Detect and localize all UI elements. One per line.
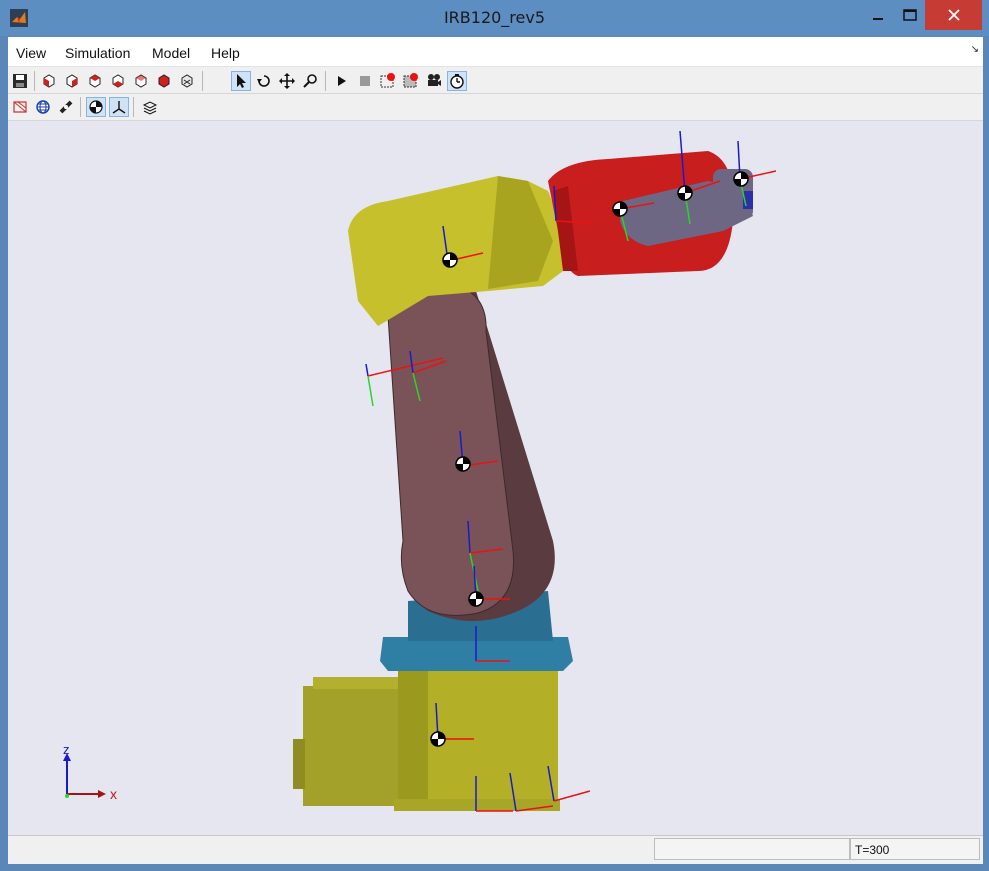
zoom-icon bbox=[303, 74, 317, 88]
frames-icon bbox=[112, 101, 126, 114]
convert-icon bbox=[59, 100, 73, 114]
mechanics-explorer-viewport[interactable]: z x bbox=[8, 121, 983, 835]
axes-triad: z x bbox=[63, 742, 117, 802]
select-icon bbox=[237, 74, 246, 88]
play-button[interactable] bbox=[332, 71, 352, 91]
record-region-button[interactable] bbox=[401, 71, 421, 91]
stop-button[interactable] bbox=[355, 71, 375, 91]
menu-simulation[interactable]: Simulation bbox=[65, 45, 130, 61]
close-button[interactable] bbox=[925, 0, 982, 30]
minimize-button[interactable] bbox=[862, 0, 894, 30]
view-back-icon bbox=[66, 74, 78, 88]
wireframe-button[interactable] bbox=[10, 97, 30, 117]
view-front-button[interactable] bbox=[39, 71, 59, 91]
menu-help[interactable]: Help bbox=[211, 45, 240, 61]
globe-button[interactable] bbox=[33, 97, 53, 117]
toolbar-separator bbox=[80, 97, 81, 117]
title-bar[interactable]: IRB120_rev5 bbox=[0, 0, 989, 36]
toolbar-separator bbox=[34, 71, 35, 91]
client-area: View Simulation Model Help ↘ z x T=300 bbox=[8, 37, 983, 864]
status-bar: T=300 bbox=[8, 835, 983, 864]
toolbar-separator bbox=[202, 71, 203, 91]
pan-button[interactable] bbox=[277, 71, 297, 91]
close-icon bbox=[947, 9, 960, 21]
record-region-icon bbox=[403, 73, 418, 88]
timer-icon bbox=[450, 74, 464, 89]
layers-button[interactable] bbox=[140, 97, 160, 117]
maximize-icon bbox=[903, 9, 917, 21]
pan-icon bbox=[279, 73, 295, 89]
view-right-icon bbox=[112, 74, 124, 88]
view-back-button[interactable] bbox=[62, 71, 82, 91]
robot-scene: z x bbox=[63, 130, 777, 812]
view-left-button[interactable] bbox=[85, 71, 105, 91]
menu-bar: View Simulation Model Help ↘ bbox=[8, 37, 983, 67]
view-left-icon bbox=[89, 74, 101, 88]
minimize-icon bbox=[873, 18, 883, 20]
center-of-mass-icon bbox=[89, 100, 103, 114]
timer-button[interactable] bbox=[447, 71, 467, 91]
camera-icon bbox=[428, 74, 441, 86]
view-bottom-button[interactable] bbox=[154, 71, 174, 91]
menu-model[interactable]: Model bbox=[152, 45, 190, 61]
toolbar-secondary bbox=[8, 94, 983, 121]
view-iso-button[interactable] bbox=[177, 71, 197, 91]
view-right-button[interactable] bbox=[108, 71, 128, 91]
wireframe-icon bbox=[13, 101, 27, 113]
toolbar-separator bbox=[133, 97, 134, 117]
stop-icon bbox=[360, 76, 370, 86]
status-time: T=300 bbox=[850, 838, 980, 860]
window-title: IRB120_rev5 bbox=[443, 8, 546, 27]
status-message bbox=[654, 838, 850, 860]
frames-button[interactable] bbox=[109, 97, 129, 117]
z-axis-label: z bbox=[63, 742, 70, 757]
save-icon bbox=[13, 74, 27, 88]
app-window: IRB120_rev5 View Simulation Model Help ↘ bbox=[0, 0, 989, 871]
robot-base bbox=[293, 661, 560, 811]
record-button[interactable] bbox=[378, 71, 398, 91]
toolbar-main bbox=[8, 68, 983, 94]
select-button[interactable] bbox=[231, 71, 251, 91]
view-iso-icon bbox=[181, 74, 193, 88]
camera-button[interactable] bbox=[424, 71, 444, 91]
globe-icon bbox=[36, 100, 50, 114]
center-of-mass-button[interactable] bbox=[86, 97, 106, 117]
robot-lower-arm bbox=[387, 282, 555, 621]
convert-button[interactable] bbox=[56, 97, 76, 117]
record-icon bbox=[380, 73, 395, 88]
layers-icon bbox=[142, 101, 158, 115]
maximize-button[interactable] bbox=[894, 0, 926, 30]
view-front-icon bbox=[43, 74, 55, 88]
menu-view[interactable]: View bbox=[16, 45, 46, 61]
toolbar-separator bbox=[325, 71, 326, 91]
rotate-button[interactable] bbox=[254, 71, 274, 91]
save-button[interactable] bbox=[10, 71, 30, 91]
x-axis-label: x bbox=[110, 786, 117, 802]
view-bottom-icon bbox=[158, 74, 170, 88]
zoom-button[interactable] bbox=[300, 71, 320, 91]
view-top-button[interactable] bbox=[131, 71, 151, 91]
play-icon bbox=[338, 76, 346, 86]
rotate-icon bbox=[257, 75, 270, 87]
menu-dock-icon[interactable]: ↘ bbox=[971, 44, 979, 55]
view-top-icon bbox=[135, 74, 147, 88]
